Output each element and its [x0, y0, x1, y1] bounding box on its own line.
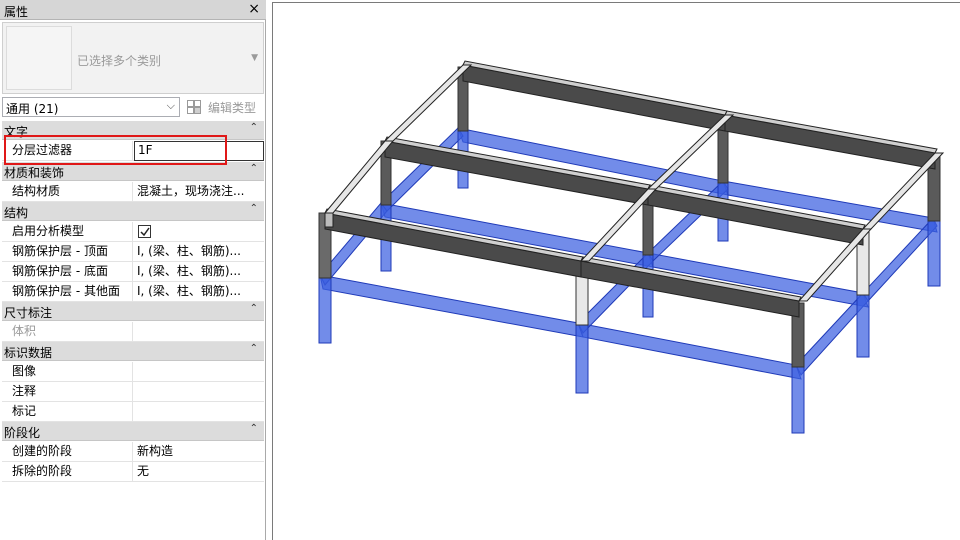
chevron-up-icon[interactable]: ⌃ — [250, 343, 258, 354]
lower-beam-front-right[interactable] — [577, 322, 802, 380]
dropdown-arrow-icon: ⌵ — [166, 99, 175, 112]
type-thumbnail — [6, 26, 72, 90]
section-title: 阶段化 — [4, 426, 41, 440]
section-title: 尺寸标注 — [4, 306, 53, 320]
property-value[interactable]: I, (梁、柱、钢筋)... — [134, 282, 264, 302]
property-value — [134, 222, 264, 242]
property-label: 分层过滤器 — [2, 141, 133, 161]
property-value[interactable]: I, (梁、柱、钢筋)... — [134, 242, 264, 262]
instance-filter-dropdown[interactable]: 通用 (21) ⌵ — [2, 97, 180, 117]
upper-beam-back[interactable] — [462, 64, 726, 132]
property-label: 标记 — [2, 402, 133, 422]
section-identity-data[interactable]: 标识数据 ⌃ — [2, 342, 264, 361]
edit-type-button[interactable]: 编辑类型 — [186, 97, 264, 117]
property-row-cover-other[interactable]: 钢筋保护层 - 其他面 I, (梁、柱、钢筋)... — [2, 282, 264, 302]
chevron-up-icon[interactable]: ⌃ — [250, 203, 258, 214]
section-title: 材质和装饰 — [4, 166, 65, 180]
property-value — [134, 322, 264, 342]
property-label: 启用分析模型 — [2, 222, 133, 242]
property-row-phase-demolished[interactable]: 拆除的阶段 无 — [2, 462, 264, 482]
chevron-down-icon: ▼ — [251, 53, 258, 63]
property-label: 钢筋保护层 - 底面 — [2, 262, 133, 282]
property-row-cover-bottom[interactable]: 钢筋保护层 - 底面 I, (梁、柱、钢筋)... — [2, 262, 264, 282]
property-row-image[interactable]: 图像 — [2, 362, 264, 382]
column-base[interactable] — [318, 274, 332, 344]
property-row-structural-material[interactable]: 结构材质 混凝土，现场浇注... — [2, 182, 264, 202]
property-value[interactable]: 新构造 — [134, 442, 264, 462]
property-row-layer-filter[interactable]: 分层过滤器 1F — [2, 141, 264, 161]
column-base[interactable] — [856, 292, 870, 358]
lower-beam-front[interactable] — [319, 274, 584, 338]
type-preview-label: 已选择多个类别 — [77, 54, 162, 68]
section-dimensions[interactable]: 尺寸标注 ⌃ — [2, 302, 264, 321]
property-label: 拆除的阶段 — [2, 462, 133, 482]
property-value[interactable] — [134, 362, 264, 382]
property-row-analytical-model[interactable]: 启用分析模型 — [2, 222, 264, 242]
edit-type-label: 编辑类型 — [208, 101, 257, 115]
property-row-comments[interactable]: 注释 — [2, 382, 264, 402]
property-value[interactable]: 无 — [134, 462, 264, 482]
property-row-phase-created[interactable]: 创建的阶段 新构造 — [2, 442, 264, 462]
edit-type-icon — [187, 100, 201, 114]
analysis-model-checkbox[interactable] — [138, 225, 151, 238]
upper-beams[interactable] — [323, 60, 945, 318]
property-value[interactable] — [134, 402, 264, 422]
property-label: 体积 — [2, 322, 133, 342]
property-row-mark[interactable]: 标记 — [2, 402, 264, 422]
property-label: 钢筋保护层 - 顶面 — [2, 242, 133, 262]
type-row: 通用 (21) ⌵ 编辑类型 — [2, 97, 264, 119]
section-materials[interactable]: 材质和装饰 ⌃ — [2, 162, 264, 181]
property-label: 结构材质 — [2, 182, 133, 202]
lower-beam-right-b[interactable] — [862, 217, 938, 302]
property-label: 钢筋保护层 - 其他面 — [2, 282, 133, 302]
upper-beam-left-a-end[interactable] — [324, 212, 334, 228]
3d-viewport[interactable] — [272, 2, 960, 540]
section-title: 文字 — [4, 125, 29, 139]
property-label: 创建的阶段 — [2, 442, 133, 462]
properties-panel: 属性 × 已选择多个类别 ▼ 通用 (21) ⌵ 编辑类型 文字 ⌃ 分层过滤器… — [0, 0, 266, 540]
layer-filter-input[interactable]: 1F — [134, 141, 264, 161]
column-base[interactable] — [575, 322, 589, 394]
property-row-cover-top[interactable]: 钢筋保护层 - 顶面 I, (梁、柱、钢筋)... — [2, 242, 264, 262]
upper-beam-back-right[interactable] — [724, 114, 936, 170]
property-row-volume: 体积 — [2, 322, 264, 342]
section-text[interactable]: 文字 ⌃ — [2, 121, 264, 140]
chevron-up-icon[interactable]: ⌃ — [250, 163, 258, 174]
section-structure[interactable]: 结构 ⌃ — [2, 202, 264, 221]
section-title: 结构 — [4, 206, 29, 220]
property-value[interactable]: 混凝土，现场浇注... — [134, 182, 264, 202]
panel-title-bar: 属性 × — [0, 0, 266, 20]
property-value[interactable]: I, (梁、柱、钢筋)... — [134, 262, 264, 282]
structural-model-3d[interactable] — [273, 3, 960, 540]
chevron-up-icon[interactable]: ⌃ — [250, 423, 258, 434]
property-label: 注释 — [2, 382, 133, 402]
property-label: 图像 — [2, 362, 133, 382]
column-base[interactable] — [927, 217, 941, 287]
chevron-up-icon[interactable]: ⌃ — [250, 122, 258, 133]
chevron-up-icon[interactable]: ⌃ — [250, 303, 258, 314]
close-icon[interactable]: × — [248, 1, 260, 17]
panel-title: 属性 — [4, 5, 29, 19]
type-preview-selector[interactable]: 已选择多个类别 ▼ — [2, 22, 264, 94]
property-value[interactable] — [134, 382, 264, 402]
section-title: 标识数据 — [4, 346, 53, 360]
checkmark-icon — [140, 227, 150, 237]
instance-filter-value: 通用 (21) — [6, 102, 59, 116]
section-phasing[interactable]: 阶段化 ⌃ — [2, 422, 264, 441]
column-base[interactable] — [791, 364, 805, 434]
